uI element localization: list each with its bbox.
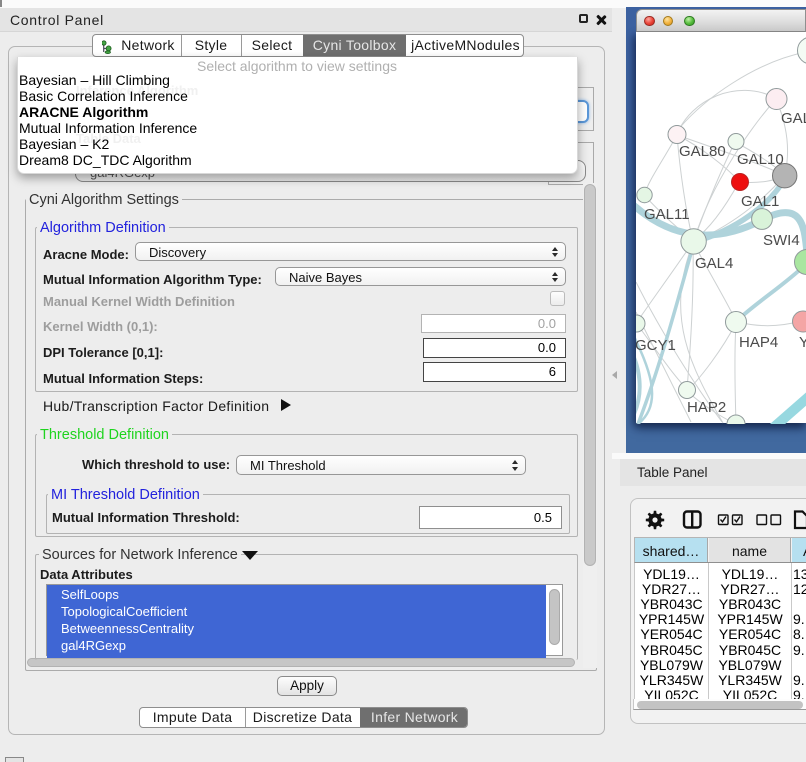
- svg-text:HAP2: HAP2: [687, 399, 726, 416]
- svg-text:GCY1: GCY1: [636, 337, 676, 354]
- svg-text:GAL1: GAL1: [741, 193, 779, 210]
- svg-text:HAP4: HAP4: [739, 334, 778, 351]
- svg-text:YM: YM: [799, 334, 806, 351]
- svg-text:GAL2: GAL2: [781, 110, 806, 127]
- svg-text:GAL80: GAL80: [679, 143, 726, 160]
- svg-text:GAL10: GAL10: [737, 151, 784, 168]
- svg-text:SWI4: SWI4: [763, 232, 800, 249]
- svg-text:GAL11: GAL11: [644, 206, 690, 223]
- svg-text:GAL4: GAL4: [695, 255, 733, 272]
